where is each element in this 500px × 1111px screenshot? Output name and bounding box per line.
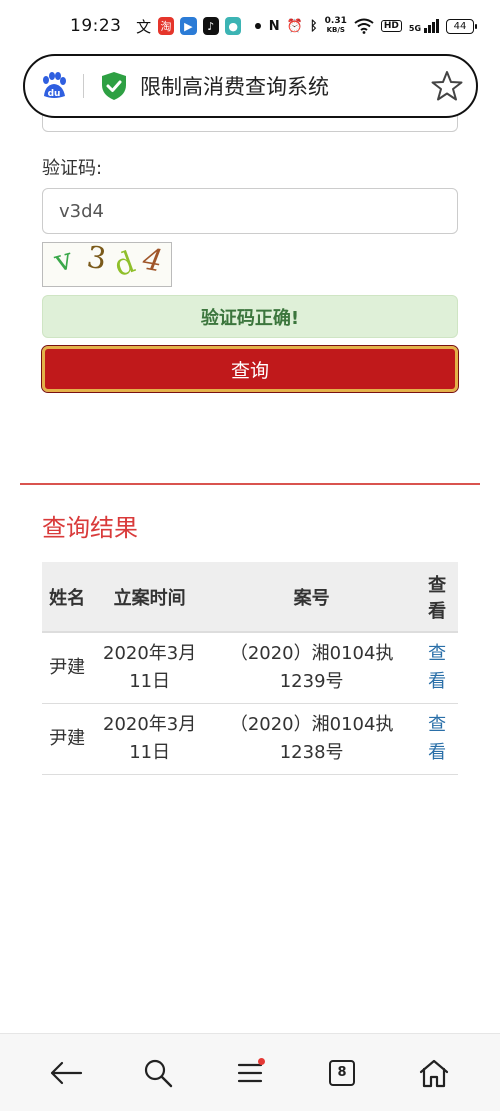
signal-label: 5G xyxy=(408,24,422,33)
cell-date: 2020年3月11日 xyxy=(92,632,208,704)
cell-name: 尹建 xyxy=(42,632,93,704)
section-divider xyxy=(20,483,480,485)
tab-count: 8 xyxy=(329,1059,355,1086)
home-icon xyxy=(419,1059,449,1087)
header-date: 立案时间 xyxy=(92,562,208,633)
results-table: 姓名 立案时间 案号 查看 尹建 2020年3月11日 （2020）湘0104执… xyxy=(42,562,458,775)
wifi-icon xyxy=(354,18,374,34)
net-speed: 0.31 KB/S xyxy=(325,17,347,35)
bluetooth-icon: ᛒ xyxy=(309,18,318,34)
query-button[interactable]: 查询 xyxy=(41,345,459,393)
cell-name: 尹建 xyxy=(42,703,93,775)
tabs-button[interactable]: 8 xyxy=(317,1048,367,1098)
header-view: 查看 xyxy=(416,562,458,633)
captcha-char: v xyxy=(50,241,77,280)
battery-icon: 44 xyxy=(446,18,478,34)
back-button[interactable] xyxy=(41,1048,91,1098)
search-button[interactable] xyxy=(133,1048,183,1098)
status-bar: 19:23 文 淘 ▶ ♪ ● N ⏰ ᛒ 0.31 KB/S HD 5G 44 xyxy=(0,0,500,52)
chat-app-icon: ● xyxy=(224,17,242,35)
cell-date: 2020年3月11日 xyxy=(92,703,208,775)
alarm-icon: ⏰ xyxy=(286,18,303,34)
nfc-icon: N xyxy=(268,18,280,34)
captcha-label: 验证码: xyxy=(42,158,103,179)
tiktok-icon: ♪ xyxy=(202,17,219,35)
cell-case-no: （2020）湘0104执1239号 xyxy=(207,632,417,704)
bottom-nav: 8 xyxy=(0,1033,500,1111)
captcha-char: d xyxy=(109,244,140,285)
header-case-no: 案号 xyxy=(207,562,417,633)
captcha-char: 4 xyxy=(140,241,165,280)
menu-button[interactable] xyxy=(225,1048,275,1098)
table-row: 尹建 2020年3月11日 （2020）湘0104执1238号 查看 xyxy=(42,703,458,775)
baidu-logo-icon[interactable]: du xyxy=(39,71,69,101)
search-icon xyxy=(144,1059,173,1087)
secure-shield-icon xyxy=(102,72,126,100)
app-blue-icon: ▶ xyxy=(180,17,197,35)
view-link[interactable]: 查看 xyxy=(416,632,458,704)
notification-dot-icon xyxy=(255,23,261,29)
captcha-char: 3 xyxy=(84,239,109,278)
page-title[interactable]: 限制高消费查询系统 xyxy=(140,71,430,101)
back-arrow-icon xyxy=(50,1061,83,1084)
taobao-icon: 淘 xyxy=(157,17,175,35)
translate-icon: 文 xyxy=(136,17,152,36)
clock: 19:23 xyxy=(70,16,122,36)
net-speed-value: 0.31 xyxy=(324,16,347,26)
svg-text:du: du xyxy=(48,89,61,99)
captcha-image[interactable]: v 3 d 4 xyxy=(42,239,172,287)
results-title: 查询结果 xyxy=(42,514,138,542)
address-separator xyxy=(83,74,84,98)
signal-icon: 5G xyxy=(408,19,440,33)
hd-badge: HD xyxy=(380,20,402,32)
captcha-success-alert: 验证码正确! xyxy=(42,295,458,338)
cell-case-no: （2020）湘0104执1238号 xyxy=(207,703,417,775)
view-link[interactable]: 查看 xyxy=(416,703,458,775)
captcha-input[interactable]: v3d4 xyxy=(42,188,458,234)
menu-icon xyxy=(237,1063,263,1082)
net-speed-unit: KB/S xyxy=(326,26,345,34)
address-bar[interactable]: du 限制高消费查询系统 xyxy=(23,54,478,118)
header-name: 姓名 xyxy=(42,562,93,633)
bookmark-star-icon[interactable] xyxy=(430,69,464,103)
battery-level: 44 xyxy=(453,20,467,32)
home-button[interactable] xyxy=(409,1048,459,1098)
table-row: 尹建 2020年3月11日 （2020）湘0104执1239号 查看 xyxy=(42,632,458,704)
table-header-row: 姓名 立案时间 案号 查看 xyxy=(42,562,458,633)
notification-dot-icon xyxy=(258,1057,265,1065)
